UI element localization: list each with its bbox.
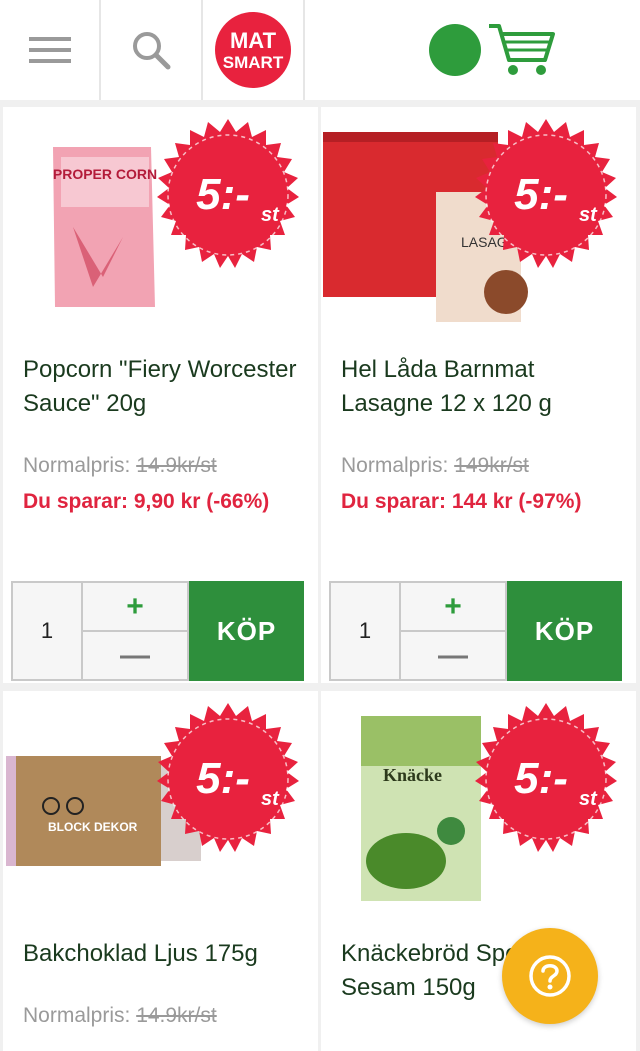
product-card[interactable]: PROPER CORN 5:- st Popcorn "Fiery Worces… — [3, 107, 318, 683]
top-bar: MAT SMART — [0, 0, 640, 100]
badge-unit: st — [579, 788, 598, 810]
quantity-value[interactable]: 1 — [13, 583, 83, 679]
normal-price: Normalpris: 14.9kr/st — [23, 1004, 217, 1028]
badge-price: 5:- — [514, 754, 568, 803]
product-image-text: Knäcke — [383, 765, 442, 785]
product-name[interactable]: Bakchoklad Ljus 175g — [23, 937, 313, 971]
help-button[interactable] — [502, 928, 598, 1024]
product-image-text: PROPER CORN — [53, 166, 157, 182]
menu-button[interactable] — [0, 0, 101, 100]
decrease-quantity-button[interactable]: — — [83, 632, 187, 679]
buy-button[interactable]: KÖP — [507, 581, 622, 681]
product-card[interactable]: LASAGNE 5:- st Hel Låda Barnmat Lasagne … — [321, 107, 636, 683]
savings-text: Du sparar: 144 kr (-97%) — [341, 490, 582, 513]
search-button[interactable] — [101, 0, 203, 100]
increase-quantity-button[interactable]: + — [83, 583, 187, 632]
normal-price: Normalpris: 149kr/st — [341, 454, 529, 478]
badge-unit: st — [261, 788, 280, 810]
question-mark-icon — [529, 955, 571, 997]
logo-text-line1: MAT — [230, 28, 277, 53]
price-badge: 5:- st — [475, 119, 617, 268]
product-name[interactable]: Hel Låda Barnmat Lasagne 12 x 120 g — [341, 353, 631, 421]
normal-price-value: 14.9kr/st — [136, 454, 217, 477]
logo-text-line2: SMART — [223, 53, 284, 72]
normal-price-label: Normalpris: — [23, 1004, 137, 1027]
status-dot — [428, 24, 481, 76]
price-badge: 5:- st — [475, 703, 617, 852]
price-badge: 5:- st — [157, 119, 299, 268]
quantity-stepper: 1 + — — [329, 581, 507, 681]
product-name[interactable]: Popcorn "Fiery Worcester Sauce" 20g — [23, 353, 313, 421]
badge-price: 5:- — [196, 170, 250, 219]
badge-price: 5:- — [196, 754, 250, 803]
normal-price-label: Normalpris: — [341, 454, 455, 477]
product-image-text: BLOCK DEKOR — [48, 820, 138, 834]
normal-price-label: Normalpris: — [23, 454, 137, 477]
savings-text: Du sparar: 9,90 kr (-66%) — [23, 490, 270, 513]
product-card[interactable]: BLOCK DEKOR 5:- st Bakchoklad Ljus 175g … — [3, 691, 318, 1051]
logo-badge-icon: MAT SMART — [215, 12, 291, 88]
price-badge: 5:- st — [157, 703, 299, 852]
hamburger-menu-icon — [28, 37, 71, 63]
search-icon — [133, 32, 171, 70]
normal-price-value: 149kr/st — [454, 454, 529, 477]
decrease-quantity-button[interactable]: — — [401, 632, 505, 679]
buy-button[interactable]: KÖP — [189, 581, 304, 681]
increase-quantity-button[interactable]: + — [401, 583, 505, 632]
matsmart-logo[interactable]: MAT SMART — [203, 0, 305, 100]
quantity-value[interactable]: 1 — [331, 583, 401, 679]
shopping-cart-icon[interactable] — [487, 22, 557, 78]
badge-unit: st — [261, 204, 280, 226]
badge-unit: st — [579, 204, 598, 226]
normal-price: Normalpris: 14.9kr/st — [23, 454, 217, 478]
badge-price: 5:- — [514, 170, 568, 219]
normal-price-value: 14.9kr/st — [136, 1004, 217, 1027]
quantity-stepper: 1 + — — [11, 581, 189, 681]
